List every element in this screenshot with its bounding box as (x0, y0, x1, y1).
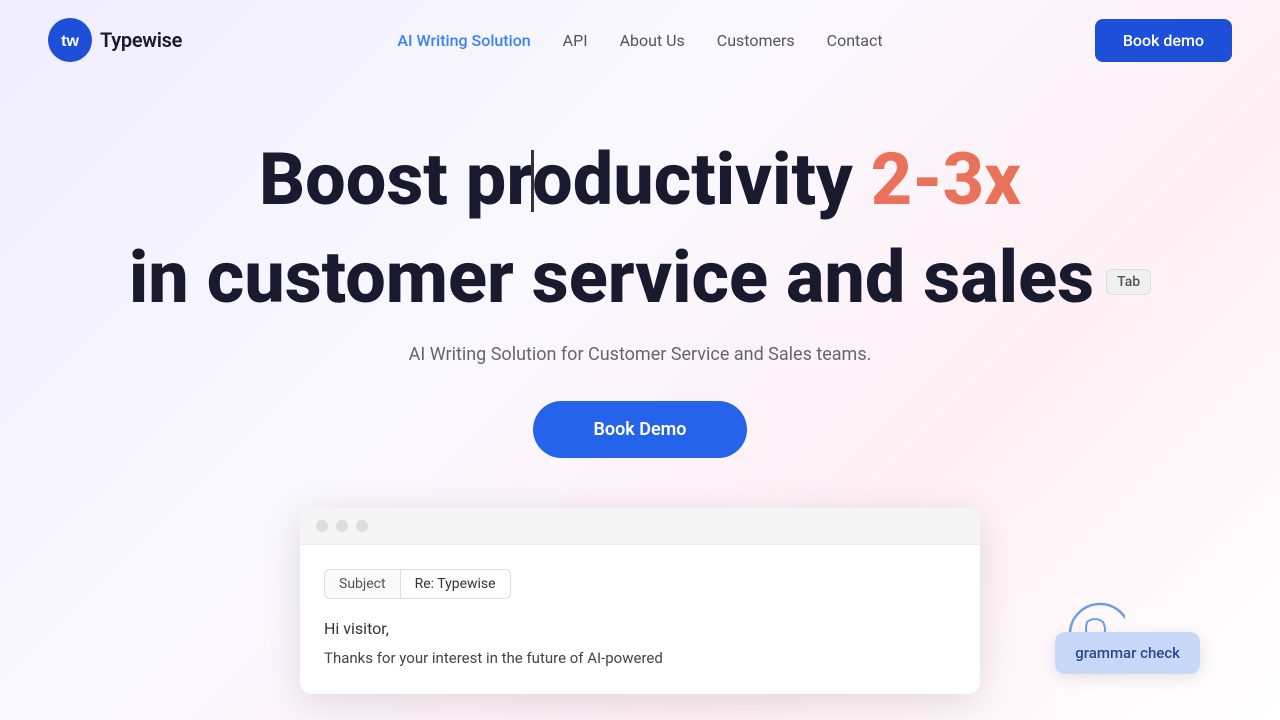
titlebar-dot-3 (356, 520, 368, 532)
demo-titlebar (300, 508, 980, 545)
cursor-indicator (531, 150, 534, 211)
svg-text:tw: tw (61, 33, 79, 50)
grammar-check-tooltip: grammar check (1055, 632, 1200, 674)
logo-link[interactable]: tw Typewise (48, 18, 182, 62)
demo-window: Subject Re: Typewise Hi visitor, Thanks … (300, 508, 980, 694)
hero-subtitle-row: in customer service and sales Tab (48, 235, 1232, 320)
hero-title-line1: Boost productivity 2-3x (48, 140, 1232, 219)
nav-contact[interactable]: Contact (827, 31, 883, 50)
nav-customers[interactable]: Customers (717, 31, 795, 50)
titlebar-dot-1 (316, 520, 328, 532)
nav-links: AI Writing Solution API About Us Custome… (397, 31, 882, 50)
navbar: tw Typewise AI Writing Solution API Abou… (0, 0, 1280, 80)
hero-title-highlight: 2-3x (871, 137, 1021, 222)
hero-title-start: Boost pr (259, 137, 533, 222)
titlebar-dot-2 (336, 520, 348, 532)
demo-container: Subject Re: Typewise Hi visitor, Thanks … (0, 508, 1280, 694)
hero-book-demo-button[interactable]: Book Demo (533, 401, 746, 458)
subject-value: Re: Typewise (401, 569, 511, 599)
subject-label: Subject (324, 569, 401, 599)
logo-text: Typewise (100, 28, 182, 52)
typewise-logo-icon: tw (48, 18, 92, 62)
nav-ai-writing-solution[interactable]: AI Writing Solution (397, 31, 530, 50)
nav-about-us[interactable]: About Us (620, 31, 685, 50)
email-body: Thanks for your interest in the future o… (324, 646, 956, 670)
hero-section: Boost productivity 2-3x in customer serv… (0, 80, 1280, 508)
nav-api[interactable]: API (563, 31, 588, 50)
email-greeting: Hi visitor, (324, 619, 956, 638)
hero-description: AI Writing Solution for Customer Service… (48, 344, 1232, 365)
nav-book-demo-button[interactable]: Book demo (1095, 19, 1232, 62)
hero-title-line2: in customer service and sales (129, 235, 1094, 320)
subject-row: Subject Re: Typewise (324, 569, 956, 599)
grammar-check-label: grammar check (1075, 644, 1180, 662)
hero-title-end: oductivity (532, 137, 871, 222)
demo-body: Subject Re: Typewise Hi visitor, Thanks … (300, 545, 980, 694)
tab-badge: Tab (1106, 269, 1151, 295)
